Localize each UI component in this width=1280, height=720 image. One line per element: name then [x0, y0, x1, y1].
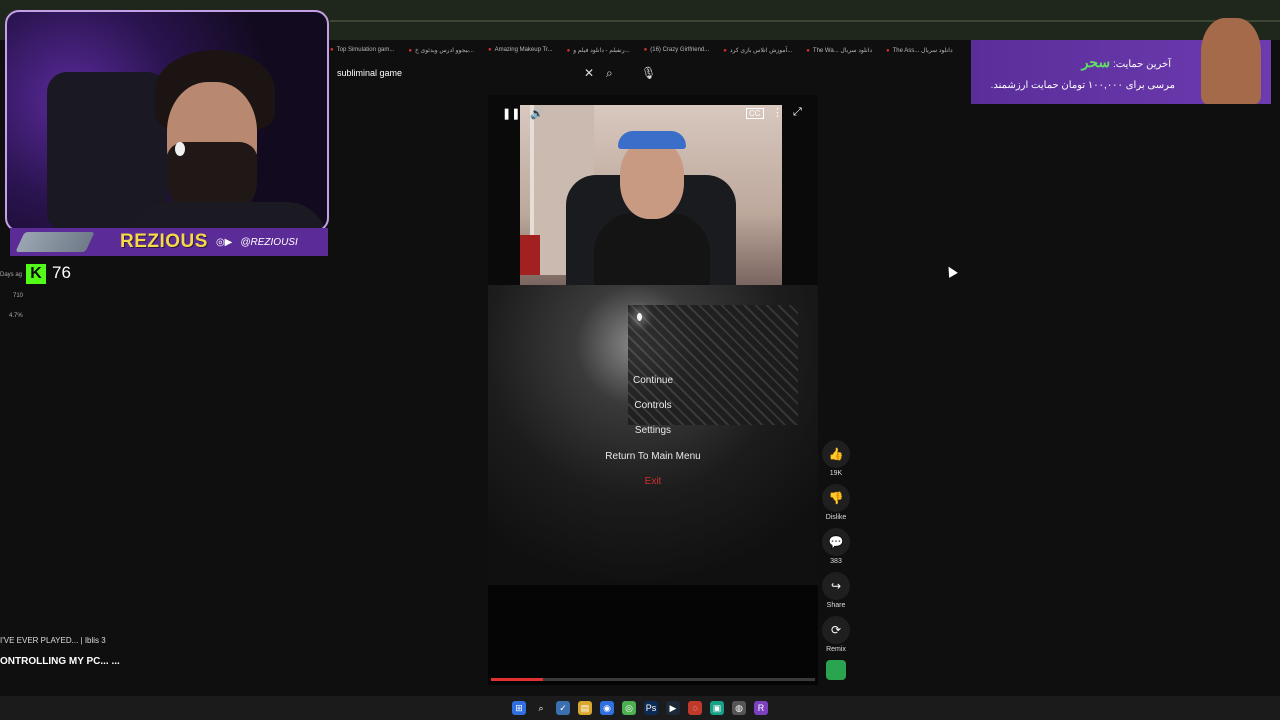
like-button[interactable]: 👍 19K: [821, 440, 851, 477]
chrome-icon[interactable]: ◎: [622, 701, 636, 715]
remix-label: Remix: [826, 646, 846, 653]
comment-count: 383: [830, 558, 842, 565]
comment-icon: 💬: [822, 528, 850, 556]
bookmark-item[interactable]: آموزش اتلاس بازی کرد...: [723, 47, 792, 54]
bookmark-item[interactable]: Top Simulation gam...: [330, 47, 395, 53]
close-icon[interactable]: ✕: [584, 66, 594, 80]
bookmark-item[interactable]: The Ass... دانلود سریال: [886, 47, 953, 54]
head: [620, 139, 684, 219]
cartoon-character: [1201, 18, 1261, 104]
donation-message: مرسی برای ۱۰۰,۰۰۰ تومان حمایت ارزشمند.: [990, 80, 1175, 91]
streamer-name: REZIOUS: [120, 231, 208, 252]
menu-exit[interactable]: Exit: [488, 476, 818, 487]
photoshop-icon[interactable]: Ps: [644, 701, 658, 715]
progress-bar[interactable]: [491, 678, 815, 681]
side-stat: Days ag: [0, 272, 23, 278]
donation-prefix: آخرین حمایت:: [1112, 59, 1171, 70]
thumbs-up-icon: 👍: [822, 440, 850, 468]
more-icon[interactable]: ⋮: [772, 106, 783, 119]
donation-banner: آخرین حمایت: سحر مرسی برای ۱۰۰,۰۰۰ تومان…: [971, 18, 1271, 104]
share-button[interactable]: ↪ Share: [821, 572, 851, 609]
search-icon[interactable]: ⌕: [534, 701, 548, 715]
bookmark-item[interactable]: رنفیلم - دانلود فیلم و...: [567, 47, 629, 54]
pause-icon[interactable]: ❚❚: [502, 107, 520, 120]
steam-icon[interactable]: ▶: [666, 701, 680, 715]
side-stat: 710: [13, 293, 24, 299]
ceiling-light: [637, 313, 642, 321]
like-count: 19K: [829, 470, 843, 477]
donor-name: سحر: [1081, 54, 1111, 70]
dislike-label: Dislike: [825, 514, 847, 521]
channel-avatar[interactable]: [826, 660, 846, 680]
streamer-webcam: [5, 10, 329, 232]
video-title[interactable]: ONTROLLING MY PC... ...: [0, 656, 120, 667]
dislike-button[interactable]: 👎 Dislike: [821, 484, 851, 521]
volume-icon[interactable]: 🔊: [530, 107, 544, 120]
menu-controls[interactable]: Controls: [488, 400, 818, 411]
body: [594, 213, 710, 285]
donation-line: آخرین حمایت: سحر: [1082, 54, 1171, 71]
bookmark-item[interactable]: The Wa... دانلود سریال: [806, 47, 872, 54]
app-icon[interactable]: ◌: [688, 701, 702, 715]
menu-settings[interactable]: Settings: [488, 425, 818, 436]
side-stat: 4.7%: [9, 313, 23, 319]
folder-icon[interactable]: ▤: [578, 701, 592, 715]
viewer-count: 76: [52, 263, 71, 282]
search-icon[interactable]: ⌕: [606, 66, 613, 81]
streamer-namebar: REZIOUS ◎▶ @REZIOUSI: [10, 228, 328, 256]
menu-continue[interactable]: Continue: [488, 375, 818, 386]
share-icon: ↪: [822, 572, 850, 600]
facecam-video: [520, 105, 782, 285]
captions-icon[interactable]: CC: [746, 108, 764, 119]
app-icon[interactable]: R: [754, 701, 768, 715]
social-icons: ◎▶: [215, 236, 233, 248]
video-player[interactable]: ❚❚ 🔊 CC ⋮ ⤢ Continue Controls Settings R…: [488, 95, 818, 685]
bookmarks-bar: Top Simulation gam... بیجوو ادرس ویدئوی …: [330, 42, 970, 58]
share-label: Share: [826, 602, 846, 609]
bandana: [618, 131, 686, 149]
social-handle: @REZIOUSI: [240, 236, 298, 248]
streamer: [127, 32, 327, 230]
video-bottom: [488, 585, 818, 685]
start-icon[interactable]: ⊞: [512, 701, 526, 715]
vscode-icon[interactable]: ✓: [556, 701, 570, 715]
video-title[interactable]: I'VE EVER PLAYED... | Iblis 3: [0, 636, 106, 645]
progress-fill: [491, 678, 543, 681]
bookmark-item[interactable]: بیجوو ادرس ویدئوی خ...: [408, 47, 474, 54]
remix-icon: ⟳: [822, 616, 850, 644]
comments-button[interactable]: 💬 383: [821, 528, 851, 565]
fullscreen-icon[interactable]: ⤢: [793, 106, 802, 119]
taskbar: ⊞ ⌕ ✓ ▤ ◉ ◎ Ps ▶ ◌ ▣ ◍ R: [0, 696, 1280, 720]
obs-icon[interactable]: ◍: [732, 701, 746, 715]
menu-return-main[interactable]: Return To Main Menu: [488, 451, 818, 462]
search-input[interactable]: subliminal game: [337, 68, 402, 78]
microphone-icon[interactable]: 🎙: [641, 66, 656, 80]
earbud: [175, 142, 185, 156]
bookmark-item[interactable]: (16) Crazy Girlfriend...: [644, 47, 709, 53]
thumbs-down-icon: 👎: [822, 484, 850, 512]
remix-button[interactable]: ⟳ Remix: [821, 616, 851, 653]
mouse-cursor-icon: [944, 264, 958, 278]
browser-divider: [330, 20, 1280, 22]
red-object: [520, 235, 540, 275]
app-icon[interactable]: ▣: [710, 701, 724, 715]
edge-icon[interactable]: ◉: [600, 701, 614, 715]
kick-logo-icon: K: [26, 264, 46, 284]
cleaver-icon: [15, 232, 95, 252]
bookmark-item[interactable]: Amazing Makeup Tr...: [488, 47, 553, 53]
